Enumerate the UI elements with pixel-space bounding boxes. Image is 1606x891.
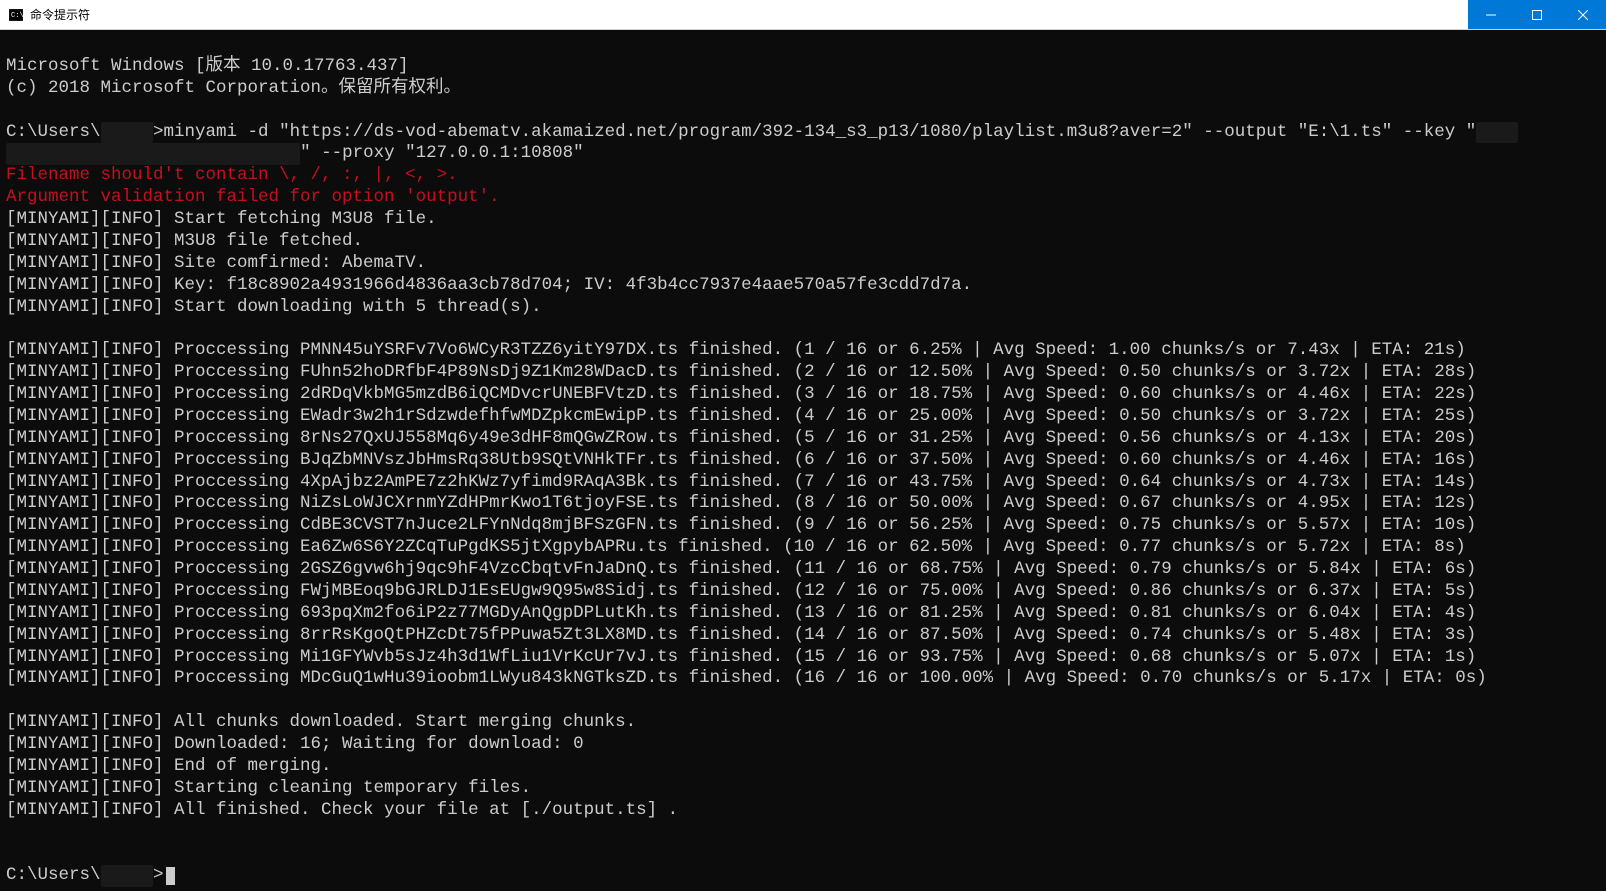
cursor xyxy=(166,867,175,885)
log-line: [MINYAMI][INFO] All finished. Check your… xyxy=(6,800,678,820)
log-line: [MINYAMI][INFO] Proccessing 2dRDqVkbMG5m… xyxy=(6,384,1476,404)
processing-block: [MINYAMI][INFO] Proccessing PMNN45uYSRFv… xyxy=(6,340,1600,690)
log-line: [MINYAMI][INFO] Downloaded: 16; Waiting … xyxy=(6,734,584,754)
log-line: [MINYAMI][INFO] Proccessing FWjMBEoq9bGJ… xyxy=(6,581,1476,601)
error-line-2: Argument validation failed for option 'o… xyxy=(6,187,500,207)
log-line: [MINYAMI][INFO] Proccessing EWadr3w2h1rS… xyxy=(6,406,1476,426)
log-line: [MINYAMI][INFO] Proccessing PMNN45uYSRFv… xyxy=(6,340,1466,360)
log-line: [MINYAMI][INFO] Starting cleaning tempor… xyxy=(6,778,531,798)
command-part2: " --proxy "127.0.0.1:10808" xyxy=(300,143,584,163)
log-line: [MINYAMI][INFO] Start fetching M3U8 file… xyxy=(6,209,437,229)
close-button[interactable] xyxy=(1560,0,1606,29)
minimize-button[interactable] xyxy=(1468,0,1514,29)
redacted-user2: xxxxx xyxy=(101,865,154,887)
redacted-key2: xxxxxxxxxxxxxxxxxxxxxxxxxxxx xyxy=(6,143,300,165)
log-line: [MINYAMI][INFO] Proccessing 4XpAjbz2AmPE… xyxy=(6,472,1476,492)
log-line: [MINYAMI][INFO] Proccessing MDcGuQ1wHu39… xyxy=(6,668,1487,688)
terminal-output[interactable]: Microsoft Windows [版本 10.0.17763.437] (c… xyxy=(0,30,1606,891)
redacted-user: xxxxx xyxy=(101,122,154,144)
log-line: [MINYAMI][INFO] Proccessing 693pqXm2fo6i… xyxy=(6,603,1476,623)
ms-windows-line: Microsoft Windows [版本 10.0.17763.437] xyxy=(6,56,409,76)
prompt-path: C:\Users\ xyxy=(6,122,101,142)
info-pre-block: [MINYAMI][INFO] Start fetching M3U8 file… xyxy=(6,209,1600,318)
prompt-suffix: > xyxy=(153,122,164,142)
error-line-1: Filename should't contain \, /, :, |, <,… xyxy=(6,165,458,185)
log-line: [MINYAMI][INFO] Proccessing FUhn52hoDRfb… xyxy=(6,362,1476,382)
copyright-line: (c) 2018 Microsoft Corporation。保留所有权利。 xyxy=(6,78,461,98)
log-line: [MINYAMI][INFO] Start downloading with 5… xyxy=(6,297,542,317)
log-line: [MINYAMI][INFO] Proccessing 2GSZ6gvw6hj9… xyxy=(6,559,1476,579)
log-line: [MINYAMI][INFO] Site comfirmed: AbemaTV. xyxy=(6,253,426,273)
log-line: [MINYAMI][INFO] Proccessing Mi1GFYWvb5sJ… xyxy=(6,647,1476,667)
prompt2-suffix: > xyxy=(153,865,164,885)
window-titlebar: C:\ 命令提示符 xyxy=(0,0,1606,30)
log-line: [MINYAMI][INFO] Proccessing Ea6Zw6S6Y2ZC… xyxy=(6,537,1466,557)
log-line: [MINYAMI][INFO] All chunks downloaded. S… xyxy=(6,712,636,732)
log-line: [MINYAMI][INFO] Proccessing 8rrRsKgoQtPH… xyxy=(6,625,1476,645)
info-post-block: [MINYAMI][INFO] All chunks downloaded. S… xyxy=(6,712,1600,821)
log-line: [MINYAMI][INFO] Key: f18c8902a4931966d48… xyxy=(6,275,972,295)
log-line: [MINYAMI][INFO] Proccessing BJqZbMNVszJb… xyxy=(6,450,1476,470)
log-line: [MINYAMI][INFO] Proccessing NiZsLoWJCXrn… xyxy=(6,493,1476,513)
window-title: 命令提示符 xyxy=(30,6,1468,23)
log-line: [MINYAMI][INFO] Proccessing 8rNs27QxUJ55… xyxy=(6,428,1476,448)
log-line: [MINYAMI][INFO] End of merging. xyxy=(6,756,332,776)
prompt2-path: C:\Users\ xyxy=(6,865,101,885)
app-icon: C:\ xyxy=(8,7,24,23)
svg-text:C:\: C:\ xyxy=(11,12,23,20)
command-part1: minyami -d "https://ds-vod-abematv.akama… xyxy=(164,122,1477,142)
redacted-key: xxxx xyxy=(1476,122,1518,144)
log-line: [MINYAMI][INFO] Proccessing CdBE3CVST7nJ… xyxy=(6,515,1476,535)
maximize-button[interactable] xyxy=(1514,0,1560,29)
log-line: [MINYAMI][INFO] M3U8 file fetched. xyxy=(6,231,363,251)
